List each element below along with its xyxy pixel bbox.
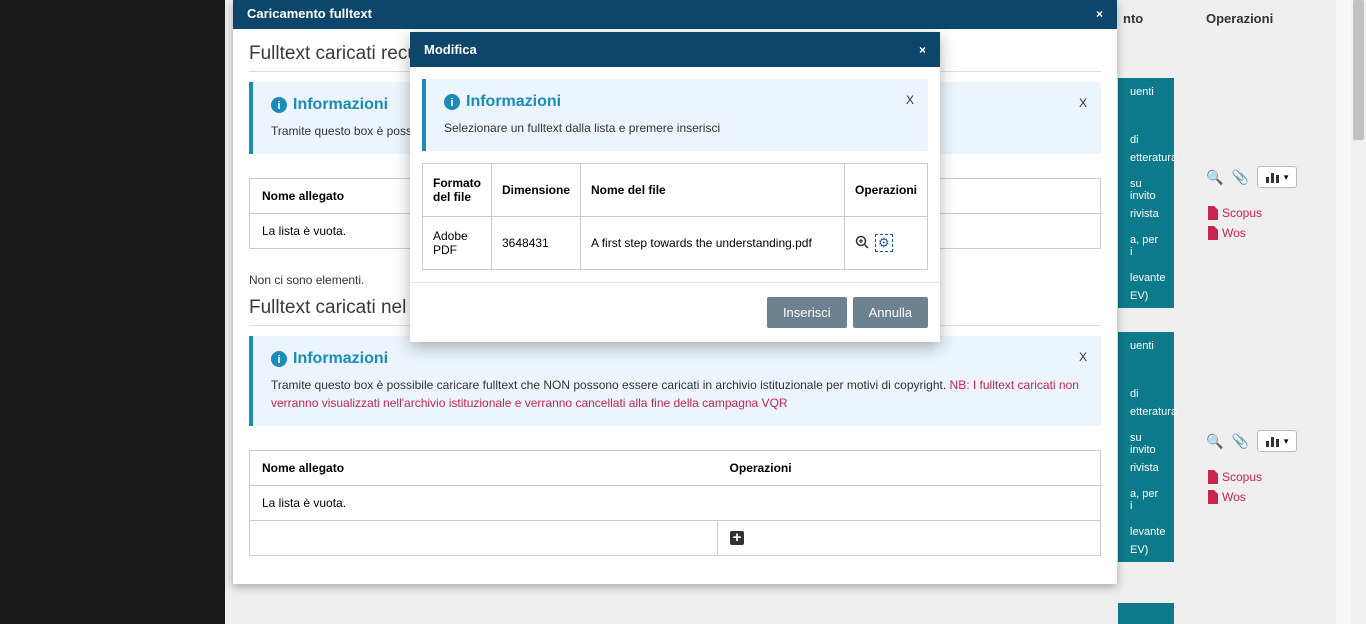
table-row: La lista è vuota. <box>250 486 1101 521</box>
info-title: i Informazioni <box>271 350 1083 368</box>
gear-icon[interactable]: ⚙ <box>875 234 893 252</box>
modal-footer: Inserisci Annulla <box>410 282 940 342</box>
bg-card-line: etteratura <box>1130 406 1162 418</box>
info-icon: i <box>271 97 287 113</box>
svg-text:i: i <box>277 100 280 112</box>
file-name-cell: A first step towards the understanding.p… <box>581 217 845 270</box>
info-title-text: Informazioni <box>293 96 388 114</box>
scrollbar-thumb[interactable] <box>1353 0 1364 140</box>
bg-links-2: Scopus Wos <box>1206 470 1262 504</box>
attachment-icon[interactable]: 📎 <box>1231 169 1248 186</box>
bg-card-2: uenti di etteratura su invito rivista a,… <box>1118 332 1174 562</box>
bg-card-line: etteratura <box>1130 152 1162 164</box>
wos-label: Wos <box>1222 226 1246 240</box>
insert-button[interactable]: Inserisci <box>767 297 847 328</box>
empty-cell <box>250 521 718 556</box>
zoom-in-icon[interactable]: 🔍 <box>1206 433 1223 450</box>
scopus-link[interactable]: Scopus <box>1206 470 1262 484</box>
wos-link[interactable]: Wos <box>1206 490 1262 504</box>
info-icon: i <box>271 351 287 367</box>
modal-header: Modifica × <box>410 32 940 67</box>
table-header: Operazioni <box>844 164 927 217</box>
info-close-icon[interactable]: X <box>1079 96 1087 110</box>
bg-action-icons-1: 🔍 📎 ▾ <box>1206 166 1297 188</box>
bg-card-line: rivista <box>1130 208 1162 220</box>
modal-header: Caricamento fulltext × <box>233 0 1117 29</box>
modal-title: Modifica <box>424 42 477 57</box>
file-size-cell: 3648431 <box>492 217 581 270</box>
bg-card-3 <box>1118 603 1174 624</box>
scopus-label: Scopus <box>1222 470 1262 484</box>
scopus-link[interactable]: Scopus <box>1206 206 1262 220</box>
bg-links-1: Scopus Wos <box>1206 206 1262 240</box>
info-text: Selezionare un fulltext dalla lista e pr… <box>444 119 910 137</box>
bg-card-line: su invito <box>1130 432 1162 456</box>
wos-label: Wos <box>1222 490 1246 504</box>
info-box-edit: X i Informazioni Selezionare un fulltext… <box>422 79 928 151</box>
info-box-2: X i Informazioni Tramite questo box è po… <box>249 336 1101 426</box>
bg-card-line: uenti <box>1130 86 1162 98</box>
add-cell: + <box>718 521 1101 556</box>
zoom-in-icon[interactable] <box>855 235 869 252</box>
attachment-icon[interactable]: 📎 <box>1231 433 1248 450</box>
info-close-icon[interactable]: X <box>906 93 914 107</box>
fulltext-table: Formato del file Dimensione Nome del fil… <box>422 163 928 270</box>
table-header: Nome del file <box>581 164 845 217</box>
bg-card-line: uenti <box>1130 340 1162 352</box>
bg-card-line: di <box>1130 388 1162 400</box>
empty-cell: La lista è vuota. <box>250 486 1101 521</box>
info-close-icon[interactable]: X <box>1079 350 1087 364</box>
modal-body: X i Informazioni Selezionare un fulltext… <box>410 79 940 342</box>
page-scrollbar[interactable] <box>1351 0 1366 624</box>
file-format-cell: Adobe PDF <box>423 217 492 270</box>
inner-scrollbar[interactable] <box>1336 0 1351 624</box>
zoom-in-icon[interactable]: 🔍 <box>1206 169 1223 186</box>
bg-card-line: di <box>1130 134 1162 146</box>
bg-card-line: rivista <box>1130 462 1162 474</box>
info-title-text: Informazioni <box>293 350 388 368</box>
svg-text:i: i <box>277 354 280 366</box>
table-row: + <box>250 521 1101 556</box>
bg-column-header-operazioni: Operazioni <box>1206 11 1273 26</box>
info-text-black: Tramite questo box è possibile caricare … <box>271 378 950 392</box>
svg-text:i: i <box>450 97 453 109</box>
table-header: Nome allegato <box>250 451 718 486</box>
wos-link[interactable]: Wos <box>1206 226 1262 240</box>
chart-dropdown-button[interactable]: ▾ <box>1257 430 1298 452</box>
bg-col-header: nto <box>1123 11 1143 26</box>
bg-card-line: levante <box>1130 526 1162 538</box>
edit-modal: Modifica × X i Informazioni Selezionare … <box>410 32 940 342</box>
attachments-table-2: Nome allegato Operazioni La lista è vuot… <box>249 450 1101 556</box>
bg-action-icons-2: 🔍 📎 ▾ <box>1206 430 1297 452</box>
table-header: Formato del file <box>423 164 492 217</box>
table-header: Dimensione <box>492 164 581 217</box>
bg-card-line: a, per i <box>1130 488 1162 512</box>
bg-card-1: uenti di etteratura su invito rivista a,… <box>1118 78 1174 308</box>
info-icon: i <box>444 94 460 110</box>
bg-card-line: EV) <box>1130 544 1162 556</box>
table-header: Operazioni <box>718 451 1101 486</box>
app-sidebar <box>0 0 225 624</box>
add-icon[interactable]: + <box>730 531 744 545</box>
modal-title: Caricamento fulltext <box>247 6 372 21</box>
bg-card-line: levante <box>1130 272 1162 284</box>
info-title-text: Informazioni <box>466 93 561 111</box>
chart-dropdown-button[interactable]: ▾ <box>1257 166 1298 188</box>
scopus-label: Scopus <box>1222 206 1262 220</box>
bg-card-line: a, per i <box>1130 234 1162 258</box>
cancel-button[interactable]: Annulla <box>853 297 928 328</box>
info-title: i Informazioni <box>444 93 910 111</box>
bg-card-line: su invito <box>1130 178 1162 202</box>
table-row[interactable]: Adobe PDF 3648431 A first step towards t… <box>423 217 928 270</box>
info-text: Tramite questo box è possibile caricare … <box>271 376 1083 412</box>
close-icon[interactable]: × <box>919 43 926 57</box>
close-icon[interactable]: × <box>1096 7 1103 21</box>
bg-card-line: EV) <box>1130 290 1162 302</box>
operations-cell: ⚙ <box>844 217 927 270</box>
